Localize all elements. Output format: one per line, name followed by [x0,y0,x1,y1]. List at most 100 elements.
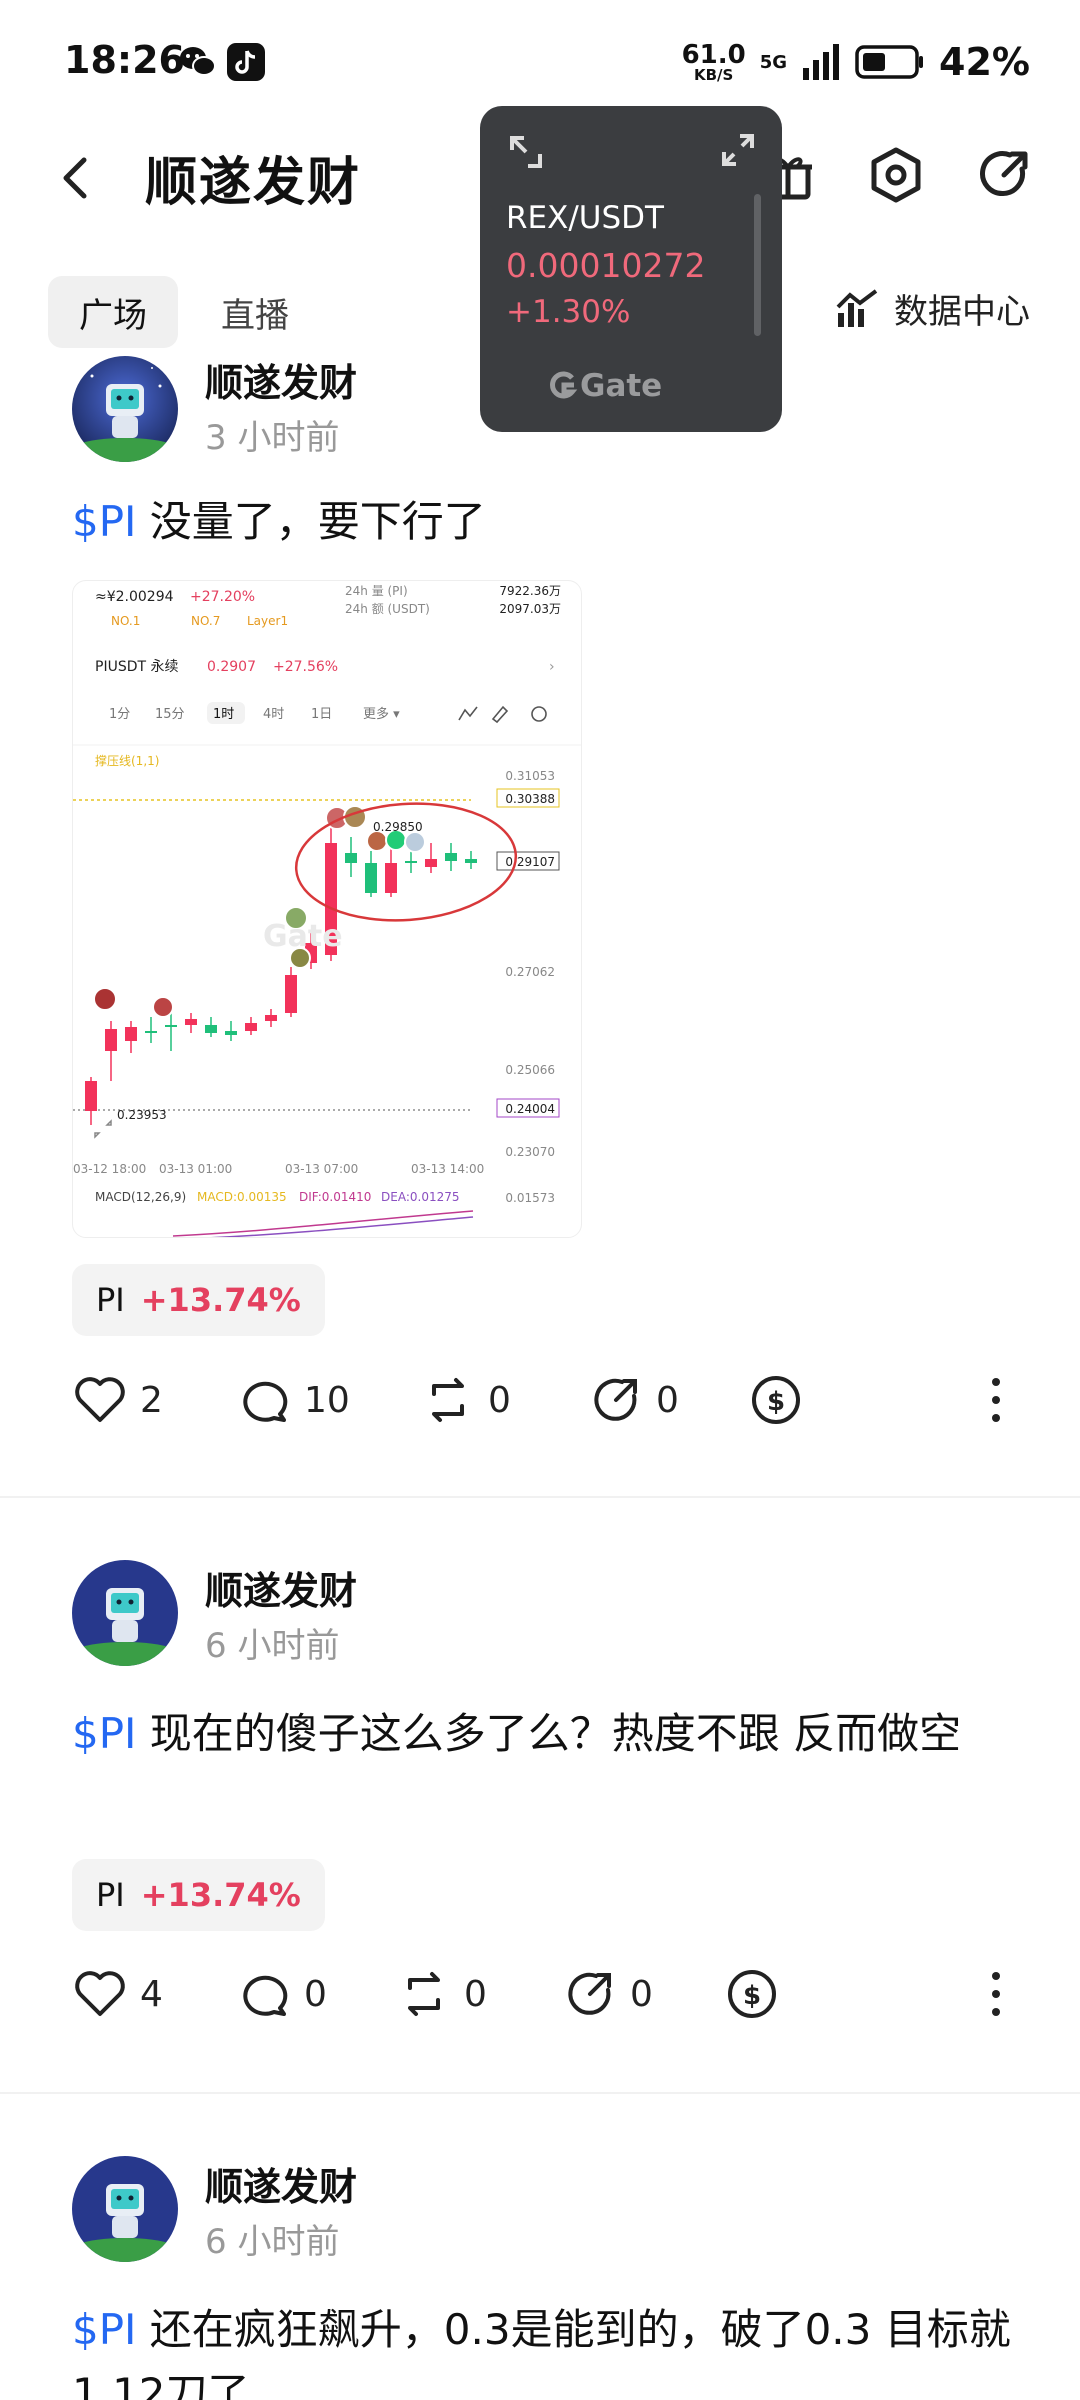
tiktok-icon [227,43,265,81]
comment-button[interactable]: 10 [236,1372,350,1428]
ci-candle-body [185,1019,197,1025]
avatar[interactable] [72,2156,178,2262]
ci-candle-body [245,1023,257,1031]
ci-candle-body [85,1081,97,1111]
tip-button[interactable]: $ [748,1372,804,1428]
post-time: 3 小时前 [205,418,340,458]
ci-interval-tab: 4时 [263,707,284,722]
ci-low-marker: 0.23953 [117,1108,167,1122]
coin-tag-link[interactable]: $PI [72,2305,136,2354]
comment-count: 10 [304,1379,350,1421]
widget-brand: Gate [580,368,663,404]
gate-logo-icon [550,371,578,399]
ci-interval-tab: 1日 [311,707,332,722]
tab-square[interactable]: 广场 [48,276,178,348]
data-center-link[interactable]: 数据中心 [836,284,1030,333]
ci-price-label: 0.31053 [505,769,555,783]
data-center-label: 数据中心 [894,292,1030,332]
widget-scrollbar [754,194,761,336]
share-button[interactable]: 0 [562,1966,653,2022]
ci-price-label: 0.25066 [505,1063,555,1077]
ci-dif: DIF:0.01410 [299,1190,371,1204]
post-text: $PI 没量了，要下行了 [72,497,486,546]
ci-date-label: 03-13 14:00 [411,1162,484,1176]
ci-interval-tab: 1分 [109,707,130,722]
ci-vol-label: 24h 量 (PI) [345,584,408,598]
like-count: 4 [140,1973,163,2015]
widget-pair: REX/USDT [506,200,664,236]
ci-rank1: NO.1 [111,614,140,628]
ci-last: 0.2907 [207,659,256,675]
ci-interval-tab: 15分 [155,707,185,722]
ci-candle-body [165,1025,177,1027]
share-button[interactable]: 0 [588,1372,679,1428]
coin-pill[interactable]: PI +13.74% [72,1264,325,1336]
coin-tag-link[interactable]: $PI [72,1709,136,1758]
share-count: 0 [630,1973,653,2015]
share-count: 0 [656,1379,679,1421]
ci-candle-body [265,1015,277,1021]
ci-interval-tabs: 1分 15分 1时 4时 1日 更多 ▾ [109,702,400,724]
comment-count: 0 [304,1973,327,2015]
like-button[interactable]: 2 [72,1372,163,1428]
ci-date-label: 03-13 07:00 [285,1162,358,1176]
coin-change: +13.74% [140,1281,301,1319]
more-vertical-icon [992,1378,1000,1422]
status-time: 18:26 [64,38,185,82]
post-author[interactable]: 顺遂发财 [205,2156,357,2211]
coin-symbol: PI [96,1281,125,1319]
ci-interval-tab: 1时 [213,707,234,722]
ci-top-price: ≈¥2.00294 [95,589,174,605]
kline-chart: ≈¥2.00294 +27.20% 24h 量 (PI) 24h 额 (USDT… [73,584,581,1237]
minimize-icon[interactable] [506,132,546,172]
avatar[interactable] [72,356,178,462]
repost-icon [432,1378,464,1422]
repost-button[interactable]: 0 [396,1966,487,2022]
comment-button[interactable]: 0 [236,1966,327,2022]
share-icon[interactable] [974,145,1034,205]
dollar-tip-icon: $ [752,1376,800,1424]
net-speed: 61.0 KB/S [681,39,746,84]
ci-amt-label: 24h 额 (USDT) [345,602,430,616]
heart-icon [75,1377,125,1422]
status-bar: 18:26 61.0 KB/S 5G 42% [0,0,1080,120]
settings-icon[interactable] [866,145,926,205]
post-divider [0,1496,1080,1498]
ci-resistance-label: 撑压线(1,1) [95,753,159,768]
floating-price-widget[interactable]: REX/USDT 0.00010272 +1.30% Gate [480,106,782,432]
tab-live[interactable]: 直播 [190,276,320,348]
ci-price-label: 0.01573 [505,1191,555,1205]
ci-top-change: +27.20% [190,589,255,605]
ci-candle-body [405,861,417,863]
coin-pill[interactable]: PI +13.74% [72,1859,325,1931]
ci-watermark: Gate [263,919,343,954]
ci-high-marker: 0.29850 [373,820,423,834]
ci-macd: MACD(12,26,9) [95,1190,186,1204]
ci-dea: DEA:0.01275 [381,1190,460,1204]
battery-percent: 42% [939,40,1030,84]
post-author[interactable]: 顺遂发财 [205,1560,357,1615]
repost-button[interactable]: 0 [420,1372,511,1428]
expand-icon[interactable] [718,130,758,170]
more-button[interactable] [968,1966,1024,2022]
post-image-chart[interactable]: ≈¥2.00294 +27.20% 24h 量 (PI) 24h 额 (USDT… [72,580,582,1238]
ci-candle-body [365,863,377,893]
ci-vol-value: 7922.36万 [499,584,561,598]
post-text: $PI 还在疯狂飙升，0.3是能到的，破了0.3 目标就1.12刀了 [72,2305,1011,2400]
repost-count: 0 [488,1379,511,1421]
post-actions: 4 0 0 0 $ [0,1966,1080,2036]
tip-button[interactable]: $ [724,1966,780,2022]
like-button[interactable]: 4 [72,1966,163,2022]
avatar[interactable] [72,1560,178,1666]
back-icon[interactable] [50,148,100,208]
post-author[interactable]: 顺遂发财 [205,352,357,407]
svg-text:$: $ [743,1981,761,2011]
ci-candle-body [125,1027,137,1041]
coin-tag-link[interactable]: $PI [72,497,136,546]
ci-candle-body [145,1031,157,1033]
ci-price-label: 0.30388 [505,792,555,806]
ci-date-label: 03-12 18:00 [73,1162,146,1176]
more-button[interactable] [968,1372,1024,1428]
ci-candle-body [345,853,357,863]
ci-change: +27.56% [273,659,338,675]
